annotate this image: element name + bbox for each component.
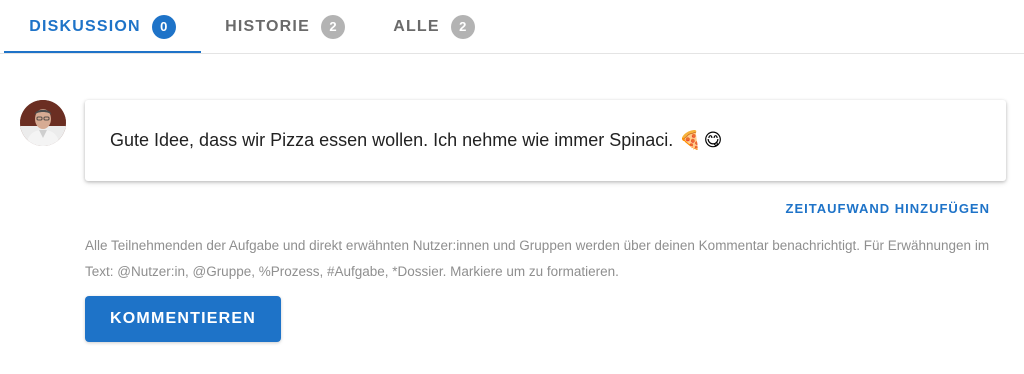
tab-label: ALLE — [393, 17, 440, 35]
tab-label: HISTORIE — [225, 17, 310, 35]
tab-count-badge: 0 — [151, 14, 176, 39]
pizza-emoji: 🍕 — [679, 130, 702, 151]
tab-historie[interactable]: HISTORIE 2 — [210, 0, 360, 53]
tab-count-badge: 2 — [450, 14, 475, 39]
tab-count-badge: 2 — [320, 14, 345, 39]
yum-face-emoji: 😋 — [703, 130, 723, 151]
comment-text: Gute Idee, dass wir Pizza essen wollen. … — [110, 130, 674, 150]
tab-bar: DISKUSSION 0 HISTORIE 2 ALLE 2 — [0, 0, 1024, 54]
active-tab-indicator — [4, 51, 201, 53]
submit-comment-button[interactable]: KOMMENTIEREN — [85, 296, 281, 342]
add-time-link[interactable]: ZEITAUFWAND HINZUFÜGEN — [786, 201, 990, 216]
avatar — [20, 100, 66, 146]
tab-label: DISKUSSION — [29, 17, 141, 35]
comment-hint: Alle Teilnehmenden der Aufgabe und direk… — [85, 238, 990, 279]
user-photo-icon — [20, 100, 66, 146]
tab-diskussion[interactable]: DISKUSSION 0 — [4, 0, 201, 53]
comment-card: Gute Idee, dass wir Pizza essen wollen. … — [85, 100, 1006, 181]
tab-alle[interactable]: ALLE 2 — [378, 0, 490, 53]
